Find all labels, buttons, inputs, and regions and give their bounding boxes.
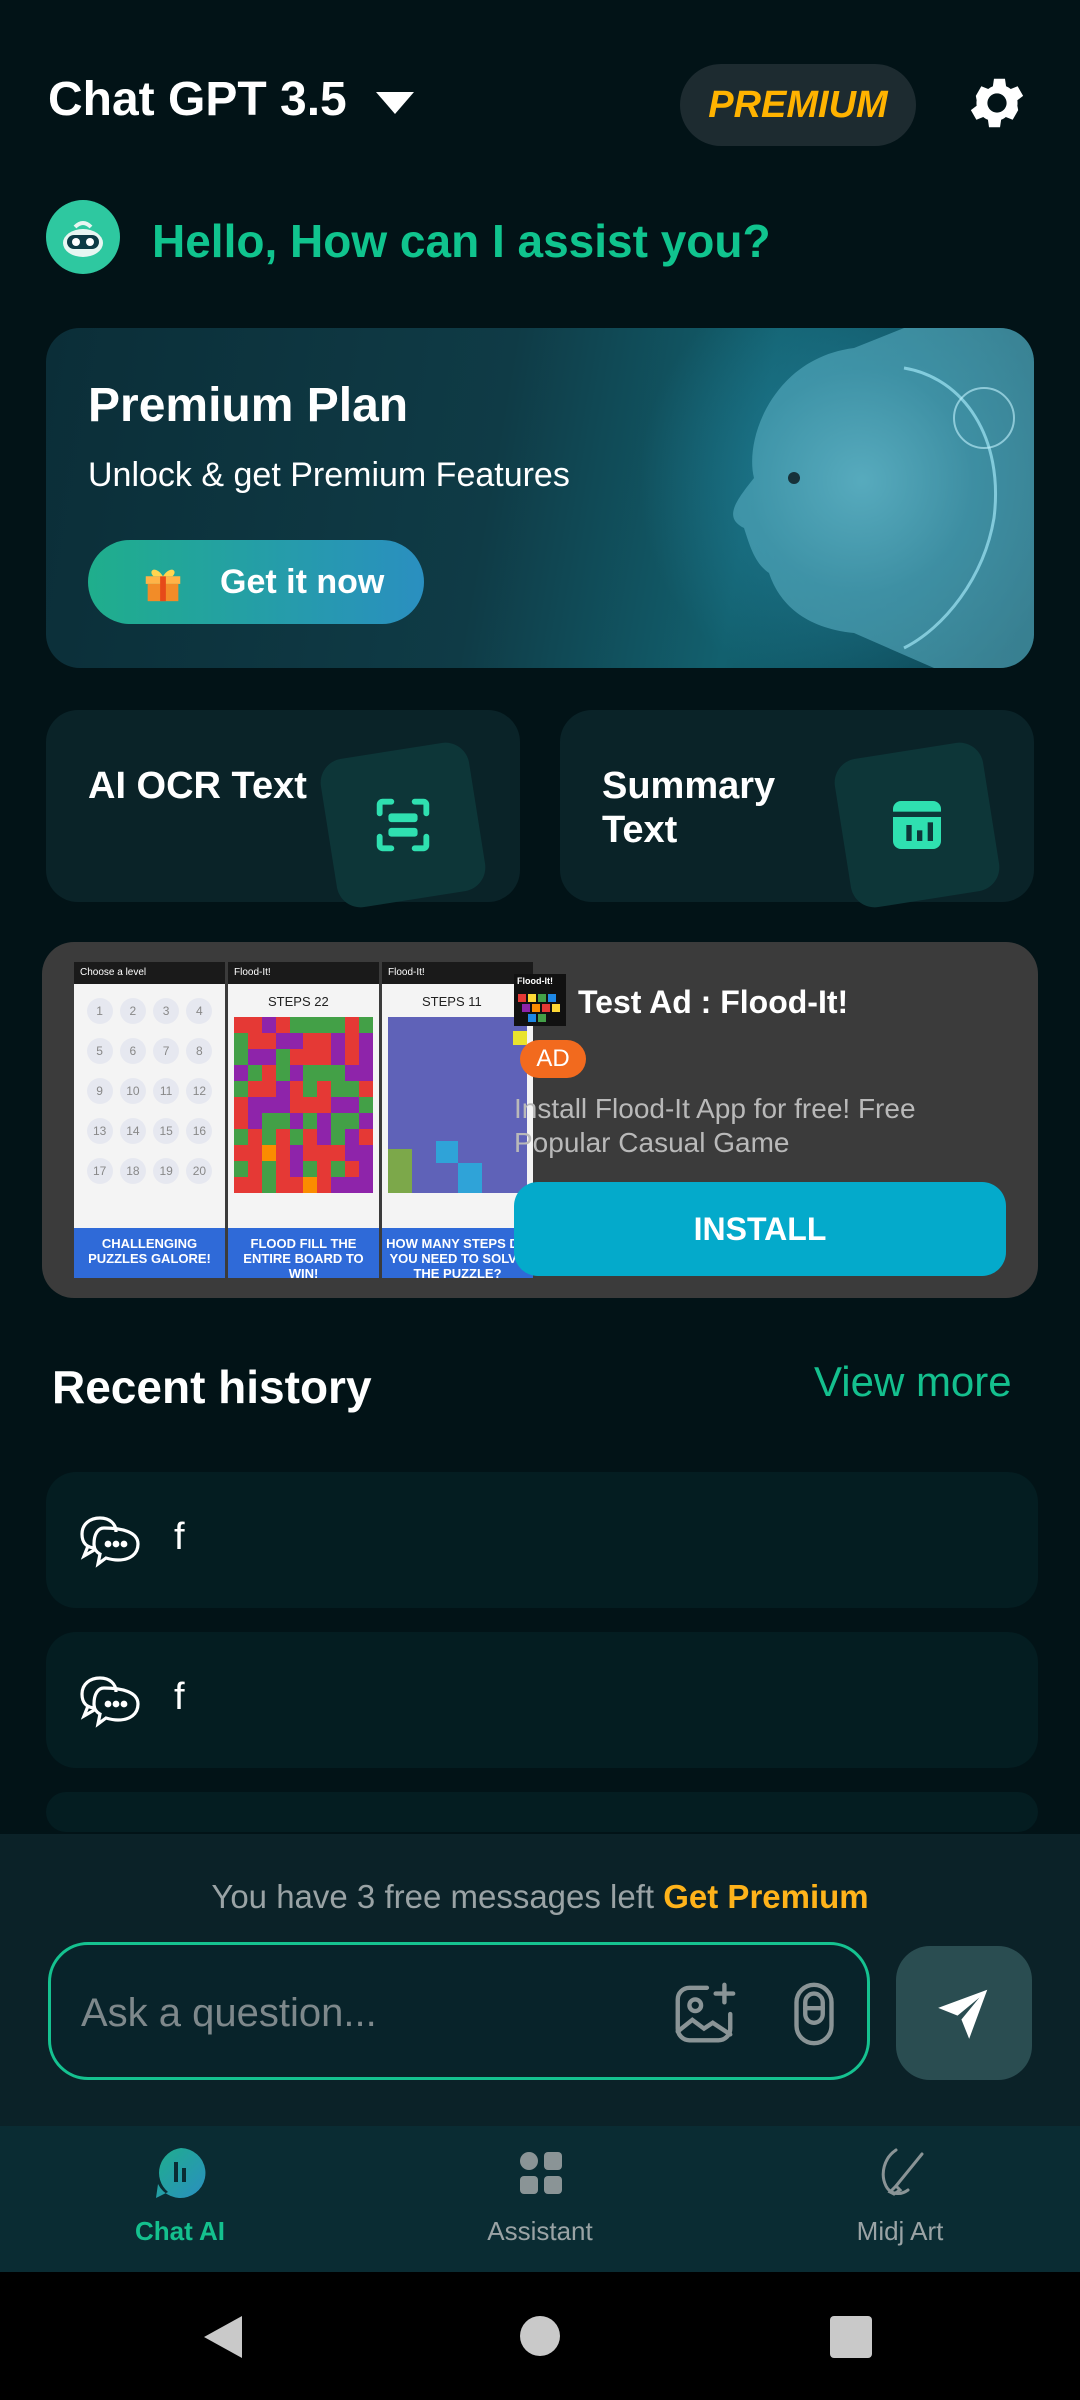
get-it-now-label: Get it now [220, 562, 385, 601]
free-messages-notice: You have 3 free messages left Get Premiu… [0, 1878, 1080, 1916]
ad-description: Install Flood-It App for free! Free Popu… [514, 1093, 916, 1158]
send-button[interactable] [896, 1946, 1032, 2080]
nav-assistant-label: Assistant [487, 2216, 593, 2246]
install-button[interactable]: INSTALL [514, 1182, 1006, 1276]
caret-down-icon[interactable] [376, 92, 414, 114]
premium-button[interactable]: PREMIUM [680, 64, 916, 146]
ad-screenshot-solved: Flood-It! STEPS 11 HOW MANY STEPS DO YOU… [382, 962, 536, 1278]
question-input[interactable] [79, 1975, 643, 2051]
grid-apps-icon [520, 2152, 562, 2194]
chat-bubbles-icon [80, 1516, 140, 1568]
app-title-dropdown[interactable]: Chat GPT 3.5 [48, 72, 347, 127]
history-item-partial[interactable] [46, 1792, 1038, 1832]
scan-text-icon [317, 739, 489, 911]
summary-text-title: Summary Text [602, 765, 776, 851]
send-icon [938, 1989, 988, 2039]
get-premium-link[interactable]: Get Premium [663, 1878, 868, 1915]
summary-chart-icon [831, 739, 1003, 911]
premium-plan-banner[interactable]: Premium Plan Unlock & get Premium Featur… [46, 328, 1034, 668]
ad-screenshots: Choose a level 1234 5678 9 10 11 12 13 14 15 1… [74, 962, 536, 1278]
history-item[interactable]: f [46, 1472, 1038, 1608]
nav-midj-art-label: Midj Art [856, 2216, 944, 2246]
back-icon[interactable] [204, 2316, 242, 2358]
app-icon-label: Flood-It! [517, 976, 553, 986]
free-messages-text: You have 3 free messages left [211, 1878, 655, 1915]
banner-subtitle: Unlock & get Premium Features [88, 456, 570, 494]
premium-label: PREMIUM [708, 83, 888, 126]
history-item-text: f [174, 1676, 185, 1718]
ad-screen-caption: HOW MANY STEPS DO YOU NEED TO SOLVE THE … [382, 1228, 533, 1278]
microphone-icon[interactable] [779, 1979, 849, 2049]
chat-bubbles-icon [80, 1676, 140, 1728]
home-icon[interactable] [520, 2316, 560, 2356]
ad-screen-bar: Choose a level [74, 962, 225, 984]
gift-icon [145, 569, 181, 602]
recent-history-title: Recent history [52, 1361, 372, 1413]
ad-badge: AD [520, 1040, 586, 1078]
question-input-box[interactable] [48, 1942, 870, 2080]
banner-title: Premium Plan [88, 379, 409, 432]
ai-ocr-title: AI OCR Text [88, 765, 307, 807]
add-image-icon[interactable] [669, 1979, 739, 2049]
summary-text-card[interactable]: Summary Text [560, 710, 1034, 911]
ad-screen-steps: STEPS 11 [422, 994, 482, 1009]
ai-face-illustration [604, 328, 1034, 668]
ad-screenshot-board: Flood-It! STEPS 22 FLOOD FILL THE ENTIRE… [228, 962, 382, 1278]
brush-icon [881, 2148, 924, 2196]
recent-apps-icon[interactable] [830, 2316, 872, 2358]
ai-ocr-card[interactable]: AI OCR Text [46, 710, 520, 911]
ad-title[interactable]: Test Ad : Flood-It! [578, 984, 848, 1021]
greeting-text: Hello, How can I assist you? [152, 215, 771, 267]
ad-screen-steps: STEPS 22 [268, 994, 329, 1009]
color-board [234, 1017, 373, 1193]
ad-card[interactable]: Choose a level 1234 5678 9 10 11 12 13 14 15 1… [42, 942, 1038, 1298]
history-item[interactable]: f [46, 1632, 1038, 1768]
history-item-text: f [174, 1516, 185, 1558]
ad-screen-bar: Flood-It! [382, 962, 533, 984]
ad-screenshot-levels: Choose a level 1234 5678 9 10 11 12 13 14 15 1… [74, 962, 228, 1278]
ad-screen-bar: Flood-It! [228, 962, 379, 984]
ad-screen-caption: FLOOD FILL THE ENTIRE BOARD TO WIN! [228, 1228, 379, 1278]
robot-avatar-icon [46, 200, 120, 274]
flood-it-app-icon: Flood-It! [514, 974, 566, 1026]
gear-icon[interactable] [964, 70, 1030, 136]
get-it-now-button[interactable]: Get it now [88, 540, 424, 624]
level-grid: 1234 5678 9 10 11 12 13 14 15 16 17 18 19 20 [74, 984, 225, 1198]
view-more-link[interactable]: View more [814, 1358, 1012, 1406]
nav-chat-ai-label: Chat AI [134, 2216, 226, 2246]
ad-screen-caption: CHALLENGING PUZZLES GALORE! [74, 1228, 225, 1278]
chat-ai-icon [156, 2148, 206, 2198]
solved-board [388, 1017, 527, 1193]
